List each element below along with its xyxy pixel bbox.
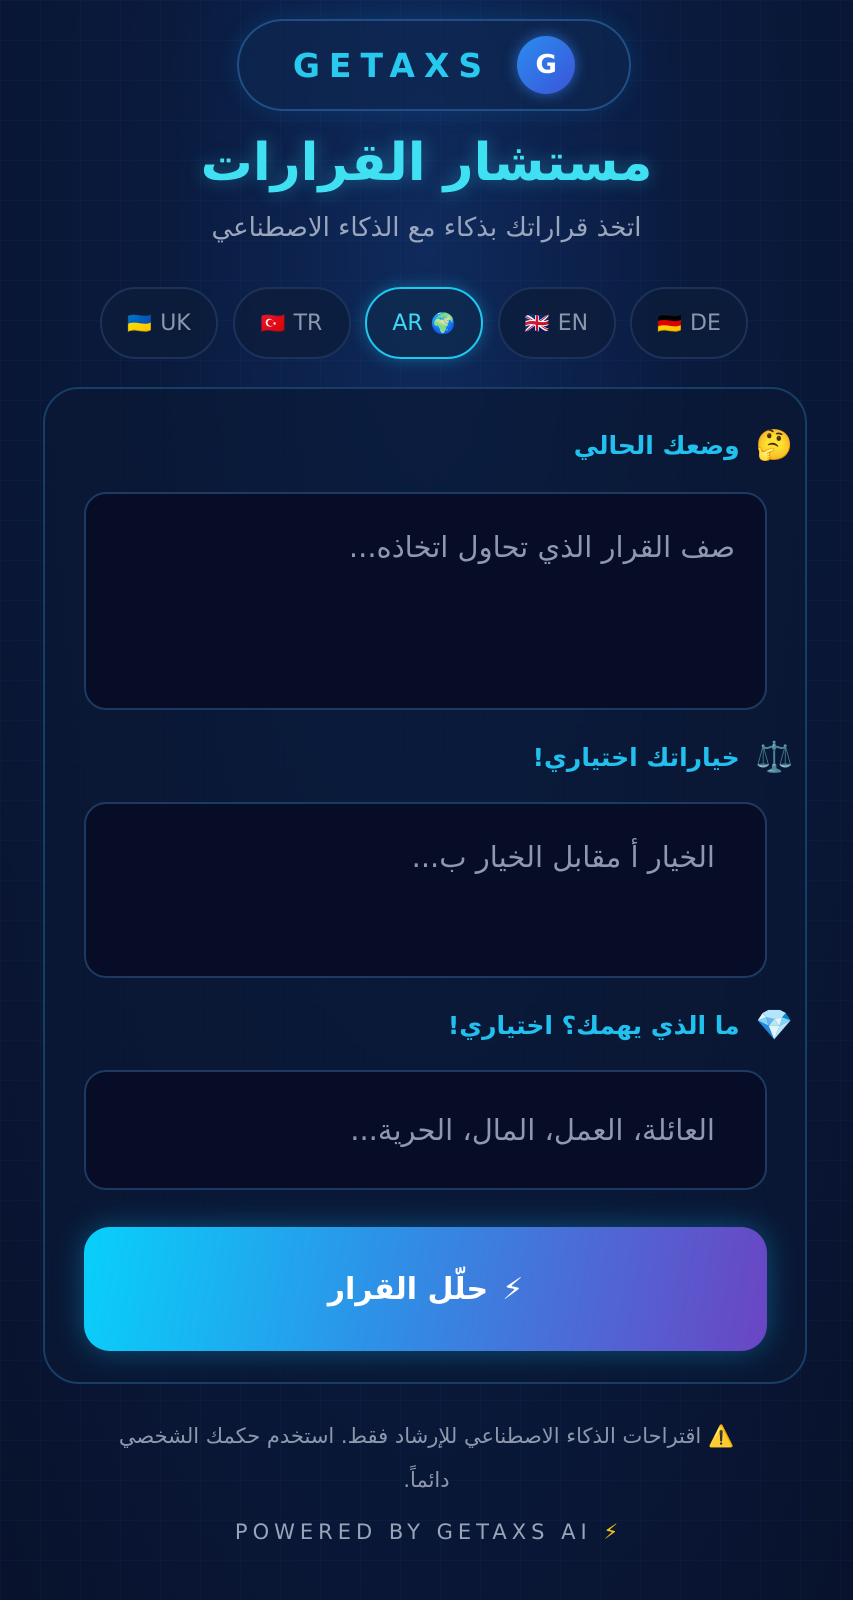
disclaimer: ⚠️ اقتراحات الذكاء الاصطناعي للإرشاد فقط… [110,1414,743,1502]
language-switcher: 🇺🇦 UK 🇹🇷 TR AR 🌍 🇬🇧 EN 🇩🇪 DE [100,287,748,361]
situation-input[interactable] [84,492,767,710]
footer-text: POWERED BY GETAXS AI [234,1520,592,1544]
situation-label-text: وضعك الحالي [573,431,740,460]
brand-pill: GETAXS G [237,19,631,111]
analyze-button-label: حلّل القرار [327,1271,489,1307]
warning-icon: ⚠️ [707,1424,735,1448]
options-label-text: خياراتك اختياري! [532,743,740,772]
uk-flag-icon: 🇬🇧 [524,311,550,335]
lightning-icon: ⚡ [502,1271,524,1307]
balance-scale-icon: ⚖️ [755,740,793,775]
brand-name: GETAXS [292,45,492,85]
lang-code: EN [557,310,589,336]
priorities-input[interactable] [84,1070,767,1190]
lang-code: TR [293,310,323,336]
lang-code: UK [160,310,191,336]
lang-code: DE [690,310,721,336]
priorities-label-text: ما الذي يهمك؟ اختياري! [447,1011,740,1040]
footer-lightning-icon: ⚡ [603,1520,619,1544]
gem-icon: 💎 [755,1008,793,1043]
priorities-label: 💎 ما الذي يهمك؟ اختياري! [448,1008,793,1043]
lang-button-uk[interactable]: 🇺🇦 UK [100,287,218,359]
lang-button-de[interactable]: 🇩🇪 DE [630,287,748,359]
lang-button-en[interactable]: 🇬🇧 EN [497,287,616,359]
page-title: مستشار القرارات [200,133,653,193]
options-label: ⚖️ خياراتك اختياري! [533,740,793,775]
lang-button-tr[interactable]: 🇹🇷 TR [232,287,351,359]
footer-powered-by: POWERED BY GETAXS AI ⚡ [0,1520,853,1544]
situation-label: 🤔 وضعك الحالي [574,428,793,463]
germany-flag-icon: 🇩🇪 [657,311,683,335]
page-subtitle: اتخذ قراراتك بذكاء مع الذكاء الاصطناعي [211,213,642,243]
options-input[interactable] [84,802,767,978]
disclaimer-text: اقتراحات الذكاء الاصطناعي للإرشاد فقط. ا… [118,1424,702,1492]
lang-button-ar[interactable]: AR 🌍 [365,287,483,359]
lang-code: AR [392,310,423,336]
thinking-face-icon: 🤔 [755,428,793,463]
analyze-decision-button[interactable]: ⚡ حلّل القرار [84,1227,767,1351]
brand-logo-icon: G [517,36,576,94]
ukraine-flag-icon: 🇺🇦 [127,311,153,335]
globe-icon: 🌍 [430,311,456,335]
turkey-flag-icon: 🇹🇷 [260,311,286,335]
